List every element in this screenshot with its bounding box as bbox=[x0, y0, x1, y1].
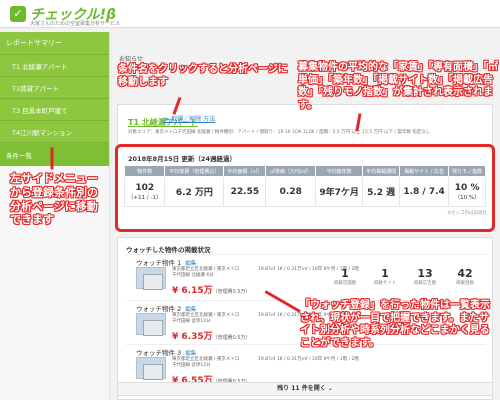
app-subtitle: 大家さんのための空室募集分析サービス bbox=[30, 21, 121, 27]
building-photo[interactable] bbox=[136, 313, 166, 336]
stats-header-count: 物件数 bbox=[123, 165, 166, 177]
arrow-to-sidebar bbox=[50, 147, 54, 170]
stats-leftover-diff: （10 %） bbox=[454, 194, 480, 201]
metric-weeks-label: 掲載週数 bbox=[456, 281, 474, 286]
watch-price: ¥ 6.35万（管理費0.5万） bbox=[172, 329, 251, 342]
stats-header-period: 平均掲載期間 bbox=[362, 165, 400, 177]
metric-weeks-value: 42 bbox=[457, 267, 473, 280]
watch-item-name: ウォッチ物件 2 編集 bbox=[136, 303, 196, 313]
metric-stores-value: 1 bbox=[341, 267, 349, 280]
watch-address: 東京都足立区北綾瀬 / 東京メトロ千代田線 徒歩12分 bbox=[172, 357, 240, 368]
watch-fee: （管理費0.5万） bbox=[212, 335, 251, 341]
stats-value-row: 102 （+11 / -1） 6.2 万円 22.55 0.28 9年7ケ月 5.… bbox=[123, 176, 486, 207]
condition-description: 対象エリア：東京メトロ千代田線 北綾瀬 / 物件種別：アパート / 間取り：1R… bbox=[128, 130, 431, 135]
metric-ads-label: 掲載広告数 bbox=[413, 281, 437, 286]
stats-header-area: 平均面積（㎡） bbox=[223, 165, 267, 177]
stats-footnote: ※カッコ内は前週比 bbox=[447, 211, 487, 216]
stats-leftover: 10 % bbox=[454, 182, 480, 193]
watch-heading: ウォッチした物件の掲載状況 bbox=[126, 246, 211, 254]
sidebar-title[interactable]: レポートサマリー bbox=[0, 32, 109, 54]
metric-sites[interactable]: 1 掲載サイト bbox=[366, 267, 404, 286]
metric-sites-value: 1 bbox=[381, 267, 389, 280]
metric-weeks[interactable]: 42 掲載週数 bbox=[446, 267, 484, 286]
watch-item-title: ウォッチ物件 2 bbox=[136, 305, 182, 313]
metric-sites-label: 掲載サイト bbox=[373, 281, 397, 286]
stats-table: 物件数 平均家賃（管理費込） 平均面積（㎡） ㎡単価（万円/㎡） 平均築年数 平… bbox=[123, 165, 486, 207]
building-photo[interactable] bbox=[136, 267, 166, 290]
annotation-condition: 条件名をクリックすると分析ページに移動します bbox=[118, 64, 288, 88]
stats-count-diff: （+11 / -1） bbox=[128, 194, 162, 201]
stats-header-sites: 掲載サイト / 広告 bbox=[398, 165, 450, 177]
sidebar-item-kitaayase[interactable]: T1 北綾瀬アパート bbox=[0, 54, 109, 76]
metric-ads[interactable]: 13 掲載広告数 bbox=[406, 267, 444, 286]
sidebar-item-conditions[interactable]: 条件一覧 bbox=[0, 142, 109, 166]
sidebar-item-meguro[interactable]: T3 目黒本町戸建て bbox=[0, 98, 109, 120]
annotation-watch: 「ウォッチ登録」を行った物件は一覧表示され、現状が一目で把握できます。またサイト… bbox=[300, 300, 490, 349]
watch-price-value: ¥ 6.15万 bbox=[172, 286, 213, 296]
stats-header-age: 平均築年数 bbox=[315, 165, 364, 177]
stats-count: 102 bbox=[135, 182, 155, 193]
annotation-stats: 募集物件の平均的な「家賃」「専有面積」「㎡単価」「築年数」「掲載サイト数」「掲載… bbox=[298, 62, 498, 111]
logo-check-icon: ✓ bbox=[10, 5, 26, 22]
stats-leftover-cell: 10 % （10 %） bbox=[448, 176, 486, 207]
stats-sites-ads: 1.8 / 7.4 bbox=[398, 176, 450, 207]
watch-price: ¥ 6.15万（管理費0.5万） bbox=[172, 283, 251, 296]
stats-header-row: 物件数 平均家賃（管理費込） 平均面積（㎡） ㎡単価（万円/㎡） 平均築年数 平… bbox=[123, 165, 486, 177]
stats-header-rent: 平均家賃（管理費込） bbox=[164, 165, 225, 177]
stats-avg-age: 9年7ケ月 bbox=[315, 176, 364, 207]
stats-summary: 2018年8月15日 更新（24週経過） 物件数 平均家賃（管理費込） 平均面積… bbox=[115, 144, 495, 232]
watch-spec: 19.87㎡ 1K / 0.31万/㎡ / 10年 9ケ月 / 1階 / 2階 bbox=[258, 357, 359, 362]
watch-address: 東京都足立区北綾瀬 / 東京メトロ千代田線 徒歩12分 bbox=[172, 313, 240, 324]
watch-item: ウォッチ物件 1 編集 東京都足立区北綾瀬 / 東京メトロ千代田線 北綾瀬 6分 … bbox=[126, 254, 486, 296]
watch-item-title: ウォッチ物件 3 bbox=[136, 349, 182, 357]
watch-item: ウォッチ物件 3 編集 東京都足立区北綾瀬 / 東京メトロ千代田線 徒歩12分 ¥… bbox=[126, 344, 486, 386]
watch-fee: （管理費0.5万） bbox=[212, 289, 251, 295]
watch-address: 東京都足立区北綾瀬 / 東京メトロ千代田線 北綾瀬 6分 bbox=[172, 267, 240, 278]
stats-avg-rent: 6.2 万円 bbox=[164, 176, 225, 207]
watch-item-title: ウォッチ物件 1 bbox=[136, 259, 182, 267]
notice-label[interactable]: お知らせ bbox=[119, 54, 143, 63]
stats-avg-area: 22.55 bbox=[223, 176, 267, 207]
stats-unit-price: 0.28 bbox=[265, 176, 317, 207]
stats-updated: 2018年8月15日 更新（24週経過） bbox=[128, 155, 236, 163]
stats-count-cell: 102 （+11 / -1） bbox=[123, 176, 166, 207]
annotation-sidebar: 左サイドメニューから登録条件別の分析ページに移動できます bbox=[10, 172, 98, 227]
show-more-button[interactable]: 残り 11 件を開く ⌄ bbox=[117, 382, 493, 396]
sidebar-item-rental-apartment[interactable]: T3賃貸アパート bbox=[0, 76, 109, 98]
top-bar: ✓ チェックル!β 大家さんのための空室募集分析サービス bbox=[0, 0, 500, 28]
metric-stores-label: 掲載店舗数 bbox=[333, 281, 357, 286]
stats-header-leftover: 残りモノ指数 bbox=[448, 165, 486, 177]
stats-header-unit-price: ㎡単価（万円/㎡） bbox=[265, 165, 317, 177]
how-to-link[interactable]: ≫ 取得／削除 方法 bbox=[163, 114, 215, 123]
watch-item-name: ウォッチ物件 3 編集 bbox=[136, 347, 196, 357]
building-photo[interactable] bbox=[136, 357, 166, 380]
watch-price-value: ¥ 6.35万 bbox=[172, 332, 213, 342]
sidebar-item-egawa[interactable]: T4江川駅マンション bbox=[0, 120, 109, 142]
metric-ads-value: 13 bbox=[417, 267, 433, 280]
watch-item-name: ウォッチ物件 1 編集 bbox=[136, 257, 196, 267]
metric-stores[interactable]: 1 掲載店舗数 bbox=[326, 267, 364, 286]
stats-avg-period: 5.2 週 bbox=[362, 176, 400, 207]
